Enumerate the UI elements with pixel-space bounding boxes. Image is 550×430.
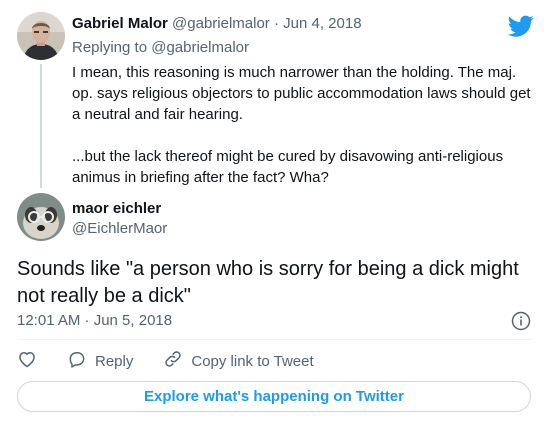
- embedded-tweet-card: Gabriel Malor @gabrielmalor · Jun 4, 201…: [0, 0, 550, 430]
- copy-link-label: Copy link to Tweet: [191, 352, 314, 370]
- twitter-bird-icon[interactable]: [507, 13, 534, 39]
- reply-label: Reply: [95, 352, 134, 370]
- reply-bubble-icon: [67, 349, 87, 373]
- parent-tweet-date[interactable]: Jun 4, 2018: [283, 15, 361, 32]
- avatar-gabriel-malor[interactable]: [17, 12, 65, 60]
- parent-tweet-paragraph: I mean, this reasoning is much narrower …: [72, 64, 531, 123]
- thread-connector-line: [40, 64, 42, 188]
- like-button[interactable]: [17, 349, 37, 373]
- replying-to-mention[interactable]: @gabrielmalor: [151, 39, 249, 56]
- main-tweet-text: Sounds like "a person who is sorry for b…: [17, 258, 519, 307]
- reply-button[interactable]: Reply: [67, 349, 133, 373]
- copy-link-button[interactable]: Copy link to Tweet: [163, 349, 314, 373]
- parent-tweet-text: I mean, this reasoning is much narrower …: [72, 62, 532, 188]
- parent-tweet-header: Gabriel Malor @gabrielmalor · Jun 4, 201…: [72, 14, 362, 34]
- parent-author-name[interactable]: Gabriel Malor: [72, 15, 168, 32]
- main-author-name[interactable]: maor eichler: [72, 199, 161, 219]
- header-separator: ·: [273, 15, 279, 32]
- parent-tweet-paragraph: ...but the lack thereof might be cured b…: [72, 148, 504, 186]
- tweet-actions-bar: Reply Copy link to Tweet: [17, 349, 314, 373]
- link-icon: [163, 349, 183, 373]
- heart-icon: [17, 349, 37, 373]
- explore-twitter-button[interactable]: Explore what's happening on Twitter: [17, 381, 531, 412]
- action-divider: [17, 339, 533, 340]
- avatar-maor-eichler[interactable]: [17, 193, 65, 241]
- parent-author-handle[interactable]: @gabrielmalor: [172, 15, 270, 32]
- replying-to-label: Replying to: [72, 39, 148, 56]
- main-author-handle[interactable]: @EichlerMaor: [72, 219, 167, 239]
- info-icon[interactable]: [511, 311, 531, 331]
- tweet-timestamp[interactable]: 12:01 AM · Jun 5, 2018: [17, 311, 172, 331]
- replying-to-line: Replying to @gabrielmalor: [72, 38, 249, 58]
